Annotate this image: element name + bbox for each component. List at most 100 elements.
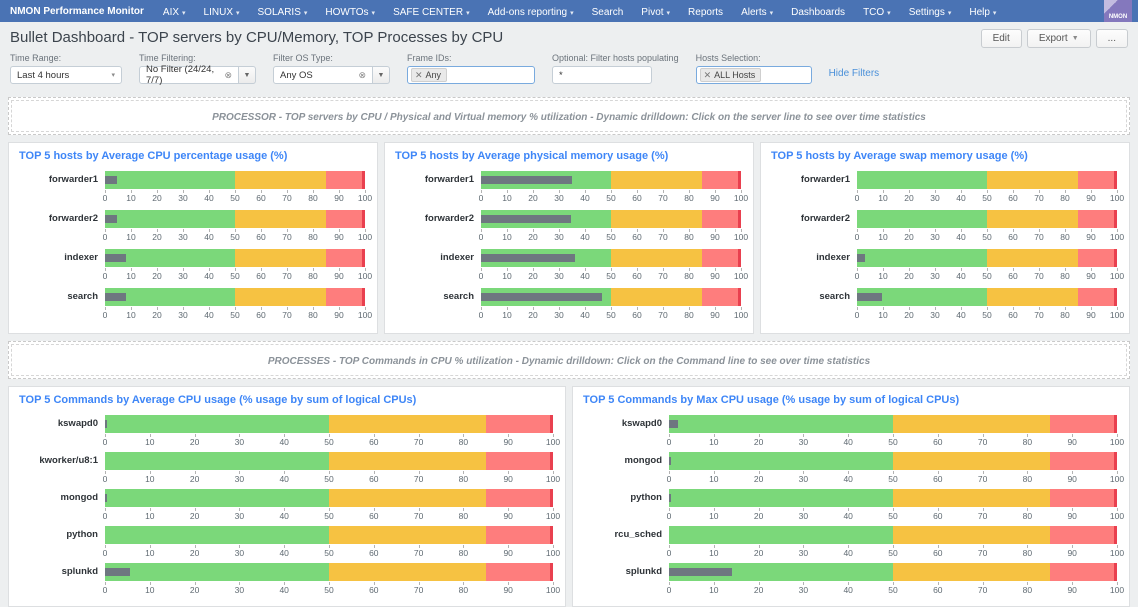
- hosts-populating-input[interactable]: *: [552, 66, 652, 84]
- bullet-axis: 0102030405060708090100: [857, 267, 1117, 282]
- nav-item-linux[interactable]: LINUX▾: [204, 7, 240, 18]
- nav-item-howtos[interactable]: HOWTOs▾: [325, 7, 375, 18]
- axis-tick-label: 100: [734, 310, 748, 320]
- range-orange: [329, 489, 486, 507]
- nav-item-help[interactable]: Help▾: [969, 7, 996, 18]
- bullet-measure: [481, 254, 575, 262]
- nav-item-alerts[interactable]: Alerts▾: [741, 7, 773, 18]
- bullet-row[interactable]: splunkd0102030405060708090100: [583, 563, 1117, 599]
- bullet-axis: 0102030405060708090100: [669, 507, 1117, 522]
- bullet-row[interactable]: kswapd00102030405060708090100: [583, 415, 1117, 451]
- nav-item-search[interactable]: Search: [592, 7, 624, 18]
- os-type-combobox[interactable]: Any OS ⊗: [273, 66, 373, 84]
- axis-tick-label: 100: [1110, 310, 1124, 320]
- chevron-down-icon: ▾: [570, 9, 574, 17]
- axis-tick-label: 40: [580, 310, 589, 320]
- hosts-selection-multiselect[interactable]: ✕ ALL Hosts: [696, 66, 812, 84]
- nav-item-aix[interactable]: AIX▾: [163, 7, 186, 18]
- axis-tick-label: 20: [754, 548, 763, 558]
- axis-tick-label: 40: [956, 310, 965, 320]
- axis-tick-label: 40: [279, 474, 288, 484]
- axis-tick-label: 0: [103, 548, 108, 558]
- time-range-select[interactable]: Last 4 hours ▾: [10, 66, 122, 84]
- nav-item-solaris[interactable]: SOLARIS▾: [258, 7, 308, 18]
- nav-brand[interactable]: NMON Performance Monitor: [10, 6, 144, 17]
- range-red: [326, 210, 365, 228]
- bullet-row[interactable]: indexer0102030405060708090100: [19, 249, 365, 285]
- category-label: mongod: [583, 452, 669, 488]
- nav-item-safe-center[interactable]: SAFE CENTER▾: [393, 7, 470, 18]
- bullet-row[interactable]: mongod0102030405060708090100: [19, 489, 553, 525]
- axis-tick-label: 20: [190, 511, 199, 521]
- bullet-band: [105, 452, 553, 470]
- bullet-row[interactable]: search0102030405060708090100: [395, 288, 741, 324]
- axis-tick-label: 90: [334, 193, 343, 203]
- axis-tick-label: 70: [414, 437, 423, 447]
- nmon-logo[interactable]: NMON: [1104, 0, 1132, 22]
- bullet-row[interactable]: splunkd0102030405060708090100: [19, 563, 553, 599]
- filter-time-range: Time Range: Last 4 hours ▾: [10, 53, 122, 84]
- remove-token-icon[interactable]: ✕: [415, 70, 423, 81]
- bullet-row[interactable]: indexer0102030405060708090100: [395, 249, 741, 285]
- bullet-row[interactable]: search0102030405060708090100: [771, 288, 1117, 324]
- axis-tick-label: 40: [279, 511, 288, 521]
- more-button[interactable]: ...: [1096, 29, 1128, 48]
- bullet-row[interactable]: forwarder10102030405060708090100: [19, 171, 365, 207]
- nav-item-settings[interactable]: Settings▾: [909, 7, 952, 18]
- range-orange: [329, 415, 486, 433]
- axis-tick-label: 30: [235, 474, 244, 484]
- nav-item-add-ons-reporting[interactable]: Add-ons reporting▾: [488, 7, 574, 18]
- axis-tick-label: 70: [978, 474, 987, 484]
- bullet-measure: [105, 568, 130, 576]
- nav-item-tco[interactable]: TCO▾: [863, 7, 891, 18]
- axis-tick-label: 20: [190, 437, 199, 447]
- category-label: rcu_sched: [583, 526, 669, 562]
- axis-tick-label: 60: [632, 232, 641, 242]
- bullet-row[interactable]: forwarder20102030405060708090100: [19, 210, 365, 246]
- axis-tick-label: 70: [282, 271, 291, 281]
- axis-tick-label: 0: [479, 232, 484, 242]
- axis-tick-label: 40: [843, 511, 852, 521]
- bullet-band: [481, 171, 741, 189]
- frame-ids-multiselect[interactable]: ✕ Any: [407, 66, 535, 84]
- time-filtering-combobox[interactable]: No Filter (24/24, 7/7) ⊗: [139, 66, 239, 84]
- bullet-row[interactable]: mongod0102030405060708090100: [583, 452, 1117, 488]
- hide-filters-link[interactable]: Hide Filters: [829, 68, 880, 79]
- bullet-row[interactable]: forwarder20102030405060708090100: [771, 210, 1117, 246]
- clear-icon[interactable]: ⊗: [224, 70, 232, 81]
- panel-body: kswapd00102030405060708090100kworker/u8:…: [19, 415, 553, 599]
- range-orange: [893, 489, 1050, 507]
- axis-tick-label: 20: [904, 232, 913, 242]
- axis-tick-label: 10: [502, 271, 511, 281]
- axis-tick-label: 20: [754, 585, 763, 595]
- bullet-measure: [669, 568, 732, 576]
- nav-item-dashboards[interactable]: Dashboards: [791, 7, 845, 18]
- range-red: [486, 526, 553, 544]
- axis-tick-label: 20: [190, 585, 199, 595]
- remove-token-icon[interactable]: ✕: [704, 70, 712, 81]
- os-type-dropdown-button[interactable]: ▼: [373, 66, 390, 84]
- bullet-row[interactable]: search0102030405060708090100: [19, 288, 365, 324]
- range-red: [1050, 452, 1117, 470]
- axis-tick-label: 70: [658, 232, 667, 242]
- bullet-row[interactable]: forwarder10102030405060708090100: [395, 171, 741, 207]
- edit-button[interactable]: Edit: [981, 29, 1022, 48]
- bullet-row[interactable]: indexer0102030405060708090100: [771, 249, 1117, 285]
- bullet-row[interactable]: python0102030405060708090100: [19, 526, 553, 562]
- axis-tick-label: 20: [904, 310, 913, 320]
- bullet-row[interactable]: python0102030405060708090100: [583, 489, 1117, 525]
- bullet-row[interactable]: kswapd00102030405060708090100: [19, 415, 553, 451]
- panel-title: TOP 5 hosts by Average CPU percentage us…: [19, 150, 365, 162]
- axis-tick-label: 30: [930, 310, 939, 320]
- time-filtering-dropdown-button[interactable]: ▼: [239, 66, 256, 84]
- axis-tick-label: 70: [282, 193, 291, 203]
- bullet-row[interactable]: rcu_sched0102030405060708090100: [583, 526, 1117, 562]
- nav-item-reports[interactable]: Reports: [688, 7, 723, 18]
- bullet-row[interactable]: kworker/u8:10102030405060708090100: [19, 452, 553, 488]
- bullet-row[interactable]: forwarder10102030405060708090100: [771, 171, 1117, 207]
- export-button[interactable]: Export▼: [1027, 29, 1091, 48]
- nav-item-pivot[interactable]: Pivot▾: [641, 7, 670, 18]
- bullet-row[interactable]: forwarder20102030405060708090100: [395, 210, 741, 246]
- bullet-chart: 0102030405060708090100: [857, 288, 1117, 324]
- clear-icon[interactable]: ⊗: [358, 70, 366, 81]
